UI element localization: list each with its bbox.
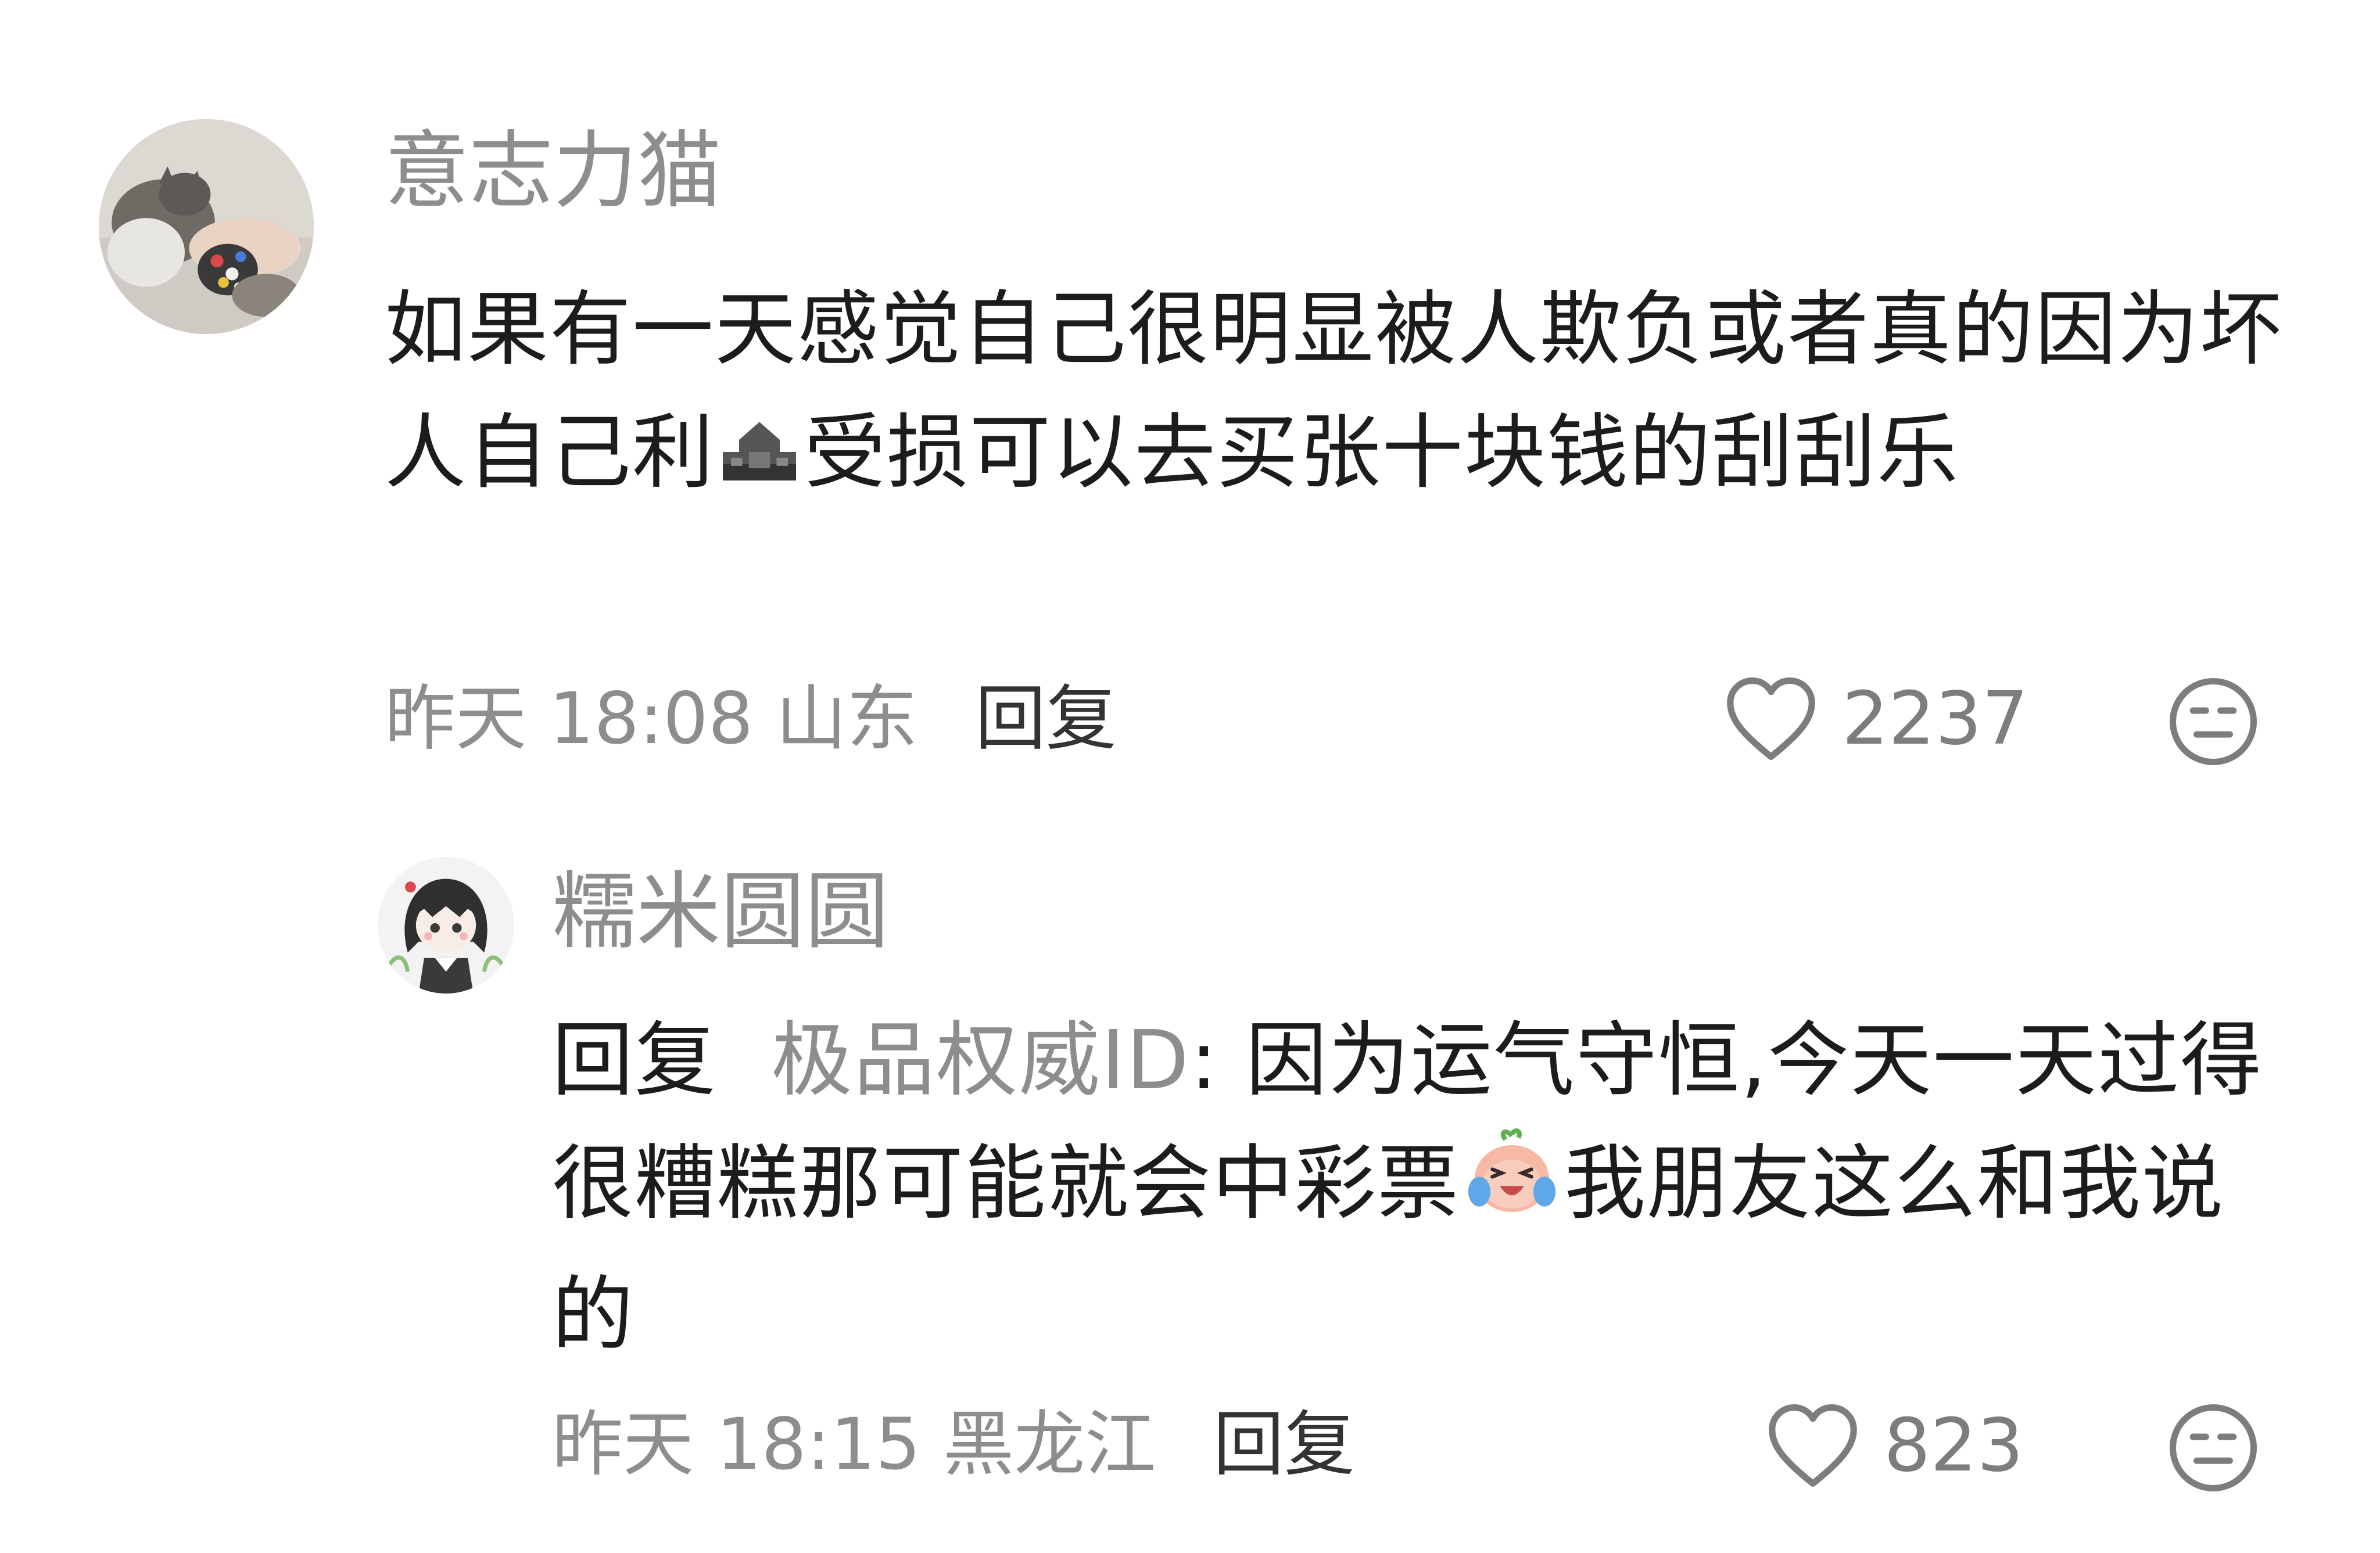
cat-photo-avatar-icon — [99, 119, 314, 334]
unamused-face-icon — [2169, 1404, 2257, 1492]
dislike-button[interactable] — [2167, 676, 2259, 767]
reply-prefix: 回复 — [552, 1013, 718, 1108]
heart-icon — [1769, 1404, 1857, 1487]
location: 黑龙江 — [943, 1403, 1156, 1486]
timestamp: 昨天 18:15 — [552, 1403, 921, 1486]
username[interactable]: 意志力猫 — [385, 129, 722, 213]
comment-text-part: 受损可以去买张十块钱的刮刮乐 — [804, 406, 1960, 500]
mention-colon: : — [1190, 1013, 1219, 1108]
like-count: 2237 — [1842, 676, 2028, 761]
avatar[interactable] — [378, 857, 514, 994]
location: 山东 — [776, 677, 918, 760]
comment-meta: 昨天 18:08 山东 回复 — [385, 683, 1117, 754]
username[interactable]: 糯米圆圆 — [552, 870, 889, 954]
comment-meta: 昨天 18:15 黑龙江 回复 — [552, 1409, 1355, 1480]
reply-button[interactable]: 回复 — [975, 677, 1117, 760]
comment-text: 回复 极品权威ID: 因为运气守恒,今天一天过得很糟糕那可能就会中彩票 我朋友这么… — [552, 999, 2301, 1377]
reply-button[interactable]: 回复 — [1213, 1403, 1355, 1486]
like-button[interactable]: 823 — [1766, 1402, 2024, 1489]
dislike-button[interactable] — [2167, 1402, 2259, 1494]
censored-emoji-icon — [715, 400, 804, 523]
like-button[interactable]: 2237 — [1725, 675, 2028, 762]
timestamp: 昨天 18:08 — [385, 677, 754, 760]
avatar[interactable] — [99, 119, 314, 334]
comment-text: 如果有一天感觉自己很明显被人欺负或者真的因为坏人自己利 受损可以去买张十块钱的刮刮… — [385, 268, 2296, 523]
mention-link[interactable]: 极品权威ID — [771, 1013, 1190, 1108]
anime-girl-avatar-icon — [378, 857, 514, 994]
unamused-face-icon — [2169, 677, 2257, 766]
crying-laughing-emoji-icon — [1460, 1127, 1564, 1254]
heart-icon — [1727, 677, 1815, 761]
like-count: 823 — [1884, 1403, 2024, 1488]
